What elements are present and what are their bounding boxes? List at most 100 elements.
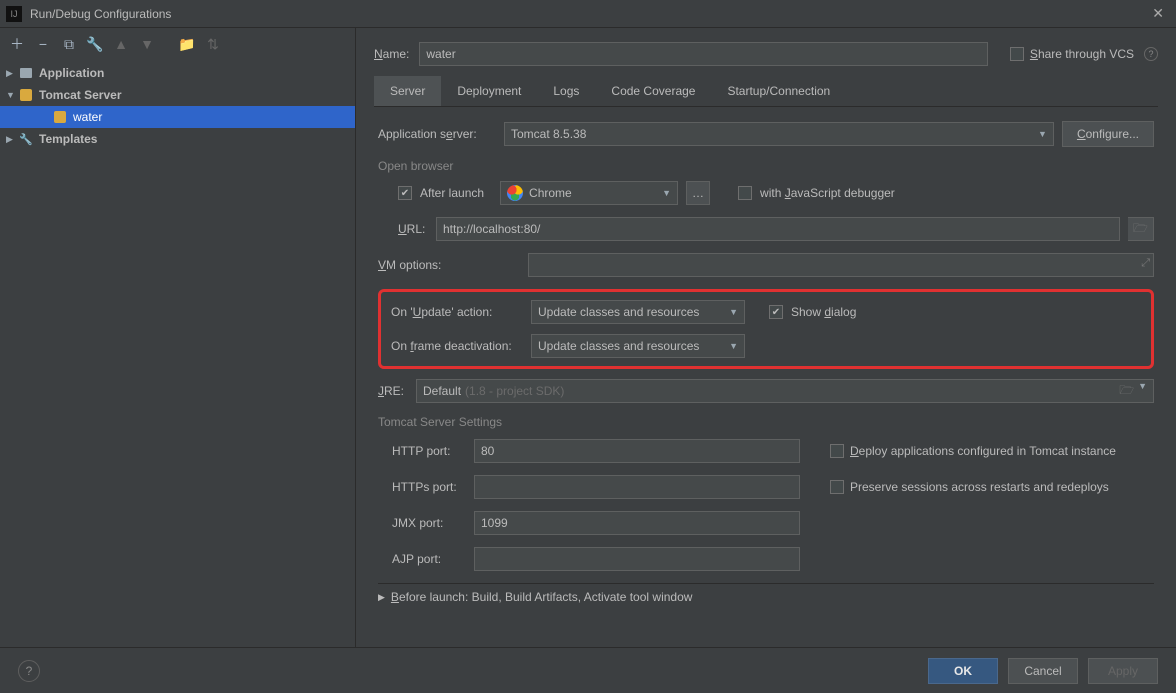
vm-options-input[interactable] (528, 253, 1154, 277)
footer: ? OK Cancel Apply (0, 647, 1176, 693)
window-title: Run/Debug Configurations (30, 7, 1146, 21)
deploy-label: Deploy applications configured in Tomcat… (850, 444, 1116, 458)
expand-icon[interactable]: ⤢ (1141, 257, 1150, 270)
on-update-value: Update classes and resources (538, 305, 699, 319)
help-button[interactable]: ? (18, 660, 40, 682)
ok-button[interactable]: OK (928, 658, 998, 684)
open-browser-label: Open browser (378, 159, 1154, 173)
help-icon[interactable]: ? (1144, 47, 1158, 61)
tree-node-application[interactable]: ▶ Application (0, 62, 355, 84)
jre-select[interactable]: Default (1.8 - project SDK) 🗁▼ (416, 379, 1154, 403)
chevron-down-icon: ▼ (729, 341, 738, 351)
app-server-label: Application server: (378, 127, 496, 141)
copy-icon[interactable]: ⧉ (58, 33, 80, 55)
deploy-checkbox[interactable] (830, 444, 844, 458)
highlighted-section: On 'Update' action: Update classes and r… (378, 289, 1154, 369)
chevron-right-icon: ▶ (6, 134, 18, 145)
tree-node-water[interactable]: water (0, 106, 355, 128)
name-label: Name: (374, 47, 409, 61)
on-frame-select[interactable]: Update classes and resources ▼ (531, 334, 745, 358)
down-icon[interactable]: ▼ (136, 33, 158, 55)
share-label: Share through VCS (1030, 47, 1134, 61)
app-icon: IJ (6, 6, 22, 22)
titlebar: IJ Run/Debug Configurations ✕ (0, 0, 1176, 28)
up-icon[interactable]: ▲ (110, 33, 132, 55)
save-icon[interactable]: 🔧 (84, 33, 106, 55)
jmx-port-input[interactable] (474, 511, 800, 535)
http-port-input[interactable] (474, 439, 800, 463)
vm-options-label: VM options: (378, 258, 520, 272)
chevron-down-icon: ▼ (6, 90, 18, 100)
tomcat-settings-label: Tomcat Server Settings (378, 415, 1154, 429)
close-icon[interactable]: ✕ (1146, 5, 1170, 22)
remove-icon[interactable]: − (32, 33, 54, 55)
chevron-right-icon: ▶ (6, 68, 18, 79)
chevron-right-icon: ▶ (378, 592, 385, 603)
tab-server[interactable]: Server (374, 76, 441, 106)
ajp-port-label: AJP port: (378, 552, 464, 566)
tab-startup[interactable]: Startup/Connection (711, 76, 846, 106)
jre-value: Default (423, 384, 461, 398)
chevron-down-icon: ▼ (729, 307, 738, 317)
show-dialog-label: Show dialog (791, 305, 856, 319)
before-launch-row[interactable]: ▶ Before launch: Build, Build Artifacts,… (378, 590, 1154, 604)
add-icon[interactable]: ＋ (6, 33, 28, 55)
chevron-down-icon: ▼ (1138, 381, 1147, 402)
tree-label: Tomcat Server (39, 88, 121, 102)
url-label: URL: (398, 222, 428, 236)
config-tree: ▶ Application ▼ Tomcat Server water ▶ Te… (0, 60, 355, 647)
configure-button[interactable]: Configure... (1062, 121, 1154, 147)
chevron-down-icon: ▼ (662, 188, 671, 198)
preserve-checkbox[interactable] (830, 480, 844, 494)
preserve-label: Preserve sessions across restarts and re… (850, 480, 1109, 494)
config-toolbar: ＋ − ⧉ 🔧 ▲ ▼ 📁 ⇅ (0, 28, 355, 60)
on-frame-label: On frame deactivation: (391, 339, 523, 353)
jmx-port-label: JMX port: (378, 516, 464, 530)
js-debugger-checkbox[interactable] (738, 186, 752, 200)
js-debugger-label: with JavaScript debugger (760, 186, 895, 200)
jre-label: JRE: (378, 384, 408, 398)
apply-button[interactable]: Apply (1088, 658, 1158, 684)
cancel-button[interactable]: Cancel (1008, 658, 1078, 684)
on-update-select[interactable]: Update classes and resources ▼ (531, 300, 745, 324)
after-launch-label: After launch (420, 186, 484, 200)
name-input[interactable] (419, 42, 988, 66)
app-server-value: Tomcat 8.5.38 (511, 127, 586, 141)
templates-icon (18, 131, 34, 147)
tomcat-icon (18, 87, 34, 103)
https-port-label: HTTPs port: (378, 480, 464, 494)
before-launch-label: Before launch: Build, Build Artifacts, A… (391, 590, 693, 604)
browser-select[interactable]: Chrome ▼ (500, 181, 678, 205)
collapse-icon[interactable]: ⇅ (202, 33, 224, 55)
url-input[interactable] (436, 217, 1120, 241)
show-dialog-checkbox[interactable] (769, 305, 783, 319)
https-port-input[interactable] (474, 475, 800, 499)
jre-hint: (1.8 - project SDK) (465, 384, 564, 398)
tab-deployment[interactable]: Deployment (441, 76, 537, 106)
tree-label: Application (39, 66, 104, 80)
browse-icon[interactable]: 🗁 (1128, 217, 1154, 241)
right-panel: Name: Share through VCS ? Server Deploym… (356, 28, 1176, 647)
tree-label: Templates (39, 132, 97, 146)
browser-value: Chrome (529, 186, 572, 200)
http-port-label: HTTP port: (378, 444, 464, 458)
tree-node-templates[interactable]: ▶ Templates (0, 128, 355, 150)
application-icon (18, 65, 34, 81)
tree-label: water (73, 110, 102, 124)
ajp-port-input[interactable] (474, 547, 800, 571)
tree-node-tomcat-server[interactable]: ▼ Tomcat Server (0, 84, 355, 106)
chrome-icon (507, 185, 523, 201)
on-frame-value: Update classes and resources (538, 339, 699, 353)
tomcat-icon (52, 109, 68, 125)
tab-code-coverage[interactable]: Code Coverage (595, 76, 711, 106)
folder-icon[interactable]: 📁 (176, 33, 198, 55)
app-server-select[interactable]: Tomcat 8.5.38 ▼ (504, 122, 1054, 146)
share-checkbox[interactable] (1010, 47, 1024, 61)
on-update-label: On 'Update' action: (391, 305, 523, 319)
tabs: Server Deployment Logs Code Coverage Sta… (374, 76, 1158, 107)
left-panel: ＋ − ⧉ 🔧 ▲ ▼ 📁 ⇅ ▶ Application ▼ Tomcat S… (0, 28, 356, 647)
after-launch-checkbox[interactable] (398, 186, 412, 200)
tab-logs[interactable]: Logs (537, 76, 595, 106)
browser-more-button[interactable]: … (686, 181, 710, 205)
browse-icon[interactable]: 🗁 (1119, 381, 1134, 402)
